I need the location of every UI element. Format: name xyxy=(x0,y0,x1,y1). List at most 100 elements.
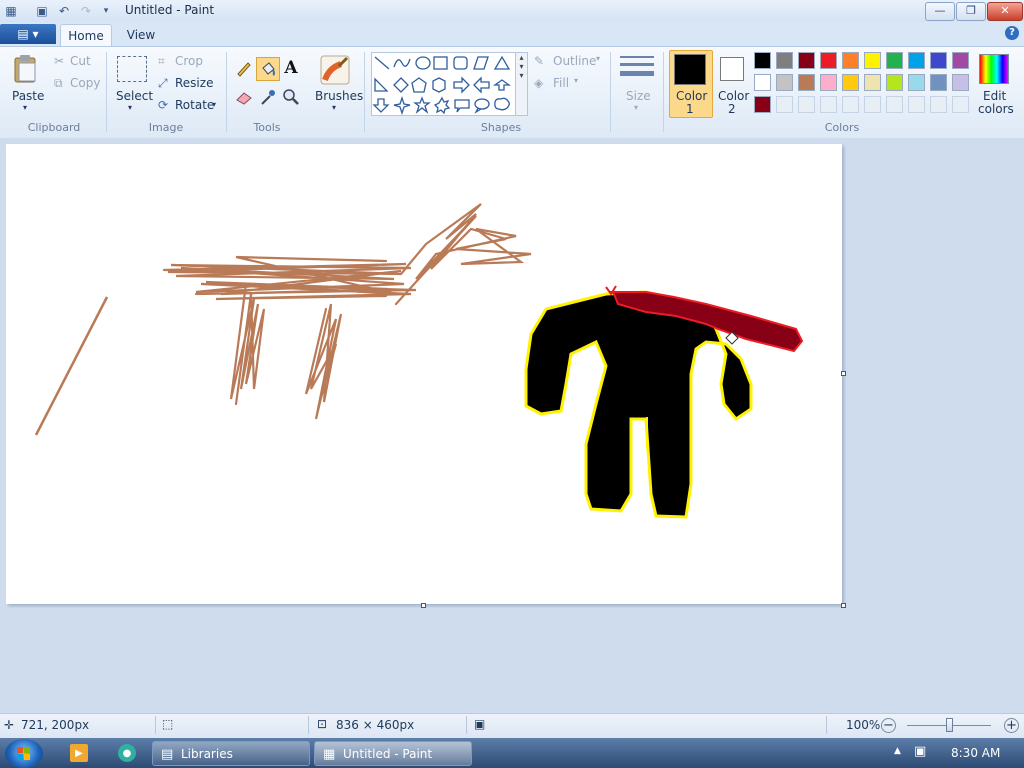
select-dropdown-icon[interactable]: ▾ xyxy=(128,103,132,112)
select-button[interactable]: Select xyxy=(116,89,153,103)
palette-swatch[interactable] xyxy=(886,74,903,91)
palette-swatch[interactable] xyxy=(930,52,947,69)
clock[interactable]: 8:30 AM xyxy=(951,746,1000,760)
palette-swatch[interactable] xyxy=(908,74,925,91)
palette-swatch[interactable] xyxy=(864,96,881,113)
drawing-canvas[interactable] xyxy=(6,144,842,604)
messenger-icon[interactable]: ● xyxy=(118,744,136,762)
zoom-slider-thumb[interactable] xyxy=(946,718,953,732)
palette-swatch[interactable] xyxy=(864,52,881,69)
brushes-button[interactable]: Brushes xyxy=(315,89,363,103)
palette-swatch[interactable] xyxy=(842,96,859,113)
rotate-dropdown-icon[interactable]: ▾ xyxy=(212,100,216,109)
brown-line xyxy=(34,296,109,436)
palette-swatch[interactable] xyxy=(930,74,947,91)
shapes-scroll[interactable]: ▴ ▾ ▾ xyxy=(515,52,528,116)
shapes-gallery-icons[interactable] xyxy=(372,53,516,116)
palette-swatch[interactable] xyxy=(886,52,903,69)
paste-dropdown-icon[interactable]: ▾ xyxy=(23,103,27,112)
palette-swatch[interactable] xyxy=(776,52,793,69)
tab-home[interactable]: Home xyxy=(60,24,112,47)
palette-swatch[interactable] xyxy=(842,52,859,69)
color-picker-icon[interactable] xyxy=(258,87,278,107)
resize-handle-right[interactable] xyxy=(841,371,846,376)
resize-handle-bottom[interactable] xyxy=(421,603,426,608)
color1-swatch[interactable] xyxy=(674,54,706,85)
fill-button[interactable]: Fill xyxy=(553,76,569,90)
maximize-button[interactable]: ❐ xyxy=(956,2,986,21)
outline-dropdown-icon[interactable]: ▾ xyxy=(596,54,600,63)
palette-swatch[interactable] xyxy=(754,52,771,69)
palette-swatch[interactable] xyxy=(908,52,925,69)
customize-quick-access-icon[interactable]: ▾ xyxy=(98,3,114,19)
pencil-icon[interactable] xyxy=(234,58,254,78)
close-button[interactable]: ✕ xyxy=(987,2,1023,21)
palette-swatch[interactable] xyxy=(908,96,925,113)
outline-button[interactable]: Outline xyxy=(553,54,596,68)
palette-swatch[interactable] xyxy=(886,96,903,113)
paint-app-icon[interactable]: ▦ xyxy=(3,3,19,19)
palette-swatch[interactable] xyxy=(820,52,837,69)
brushes-icon[interactable] xyxy=(318,53,352,87)
palette-swatch[interactable] xyxy=(798,96,815,113)
crop-button[interactable]: Crop xyxy=(175,54,203,68)
black-figure xyxy=(530,296,711,512)
shapes-gallery[interactable] xyxy=(371,52,517,116)
fill-dropdown-icon[interactable]: ▾ xyxy=(574,76,578,85)
eraser-icon[interactable] xyxy=(234,87,254,107)
help-icon[interactable]: ? xyxy=(1005,26,1019,40)
undo-icon[interactable]: ↶ xyxy=(56,3,72,19)
magnifier-icon[interactable] xyxy=(281,87,301,107)
palette-swatch[interactable] xyxy=(754,96,771,113)
zoom-in-button[interactable]: + xyxy=(1004,718,1019,733)
palette-swatch[interactable] xyxy=(864,74,881,91)
palette-swatch[interactable] xyxy=(798,52,815,69)
minimize-button[interactable]: — xyxy=(925,2,955,21)
text-tool-icon[interactable]: A xyxy=(281,58,301,78)
edit-colors-icon[interactable] xyxy=(979,54,1009,84)
selection-size-icon: ⬚ xyxy=(162,717,174,731)
tab-view[interactable]: View xyxy=(118,24,164,46)
palette-swatch[interactable] xyxy=(820,96,837,113)
brushes-dropdown-icon[interactable]: ▾ xyxy=(332,103,336,112)
palette-swatch[interactable] xyxy=(952,74,969,91)
divider xyxy=(106,52,107,132)
palette-swatch[interactable] xyxy=(820,74,837,91)
app-menu-button[interactable]: ▤ ▾ xyxy=(0,24,56,44)
palette-swatch[interactable] xyxy=(754,74,771,91)
size-button[interactable]: Size xyxy=(626,89,651,103)
network-icon[interactable]: ▣ xyxy=(914,744,926,759)
canvas-drawing[interactable] xyxy=(6,144,842,604)
copy-button[interactable]: Copy xyxy=(70,76,100,90)
resize-handle-corner[interactable] xyxy=(841,603,846,608)
zoom-out-button[interactable]: − xyxy=(881,718,896,733)
palette-swatch[interactable] xyxy=(930,96,947,113)
taskbar-libraries[interactable]: ▤ Libraries xyxy=(152,741,310,766)
start-button[interactable] xyxy=(5,739,43,768)
paste-button[interactable]: Paste xyxy=(12,89,44,103)
size-icon[interactable] xyxy=(620,54,654,84)
taskbar-paint[interactable]: ▦ Untitled - Paint xyxy=(314,741,472,766)
image-group-label: Image xyxy=(148,121,184,134)
fill-bucket-icon[interactable] xyxy=(256,57,280,81)
redo-icon[interactable]: ↷ xyxy=(78,3,94,19)
media-player-icon[interactable]: ▶ xyxy=(70,744,88,762)
palette-swatch[interactable] xyxy=(776,74,793,91)
cut-button[interactable]: Cut xyxy=(70,54,91,68)
palette-swatch[interactable] xyxy=(952,52,969,69)
resize-button[interactable]: Resize xyxy=(175,76,213,90)
save-icon[interactable]: ▣ xyxy=(34,3,50,19)
color2-swatch[interactable] xyxy=(720,57,744,81)
palette-swatch[interactable] xyxy=(952,96,969,113)
rotate-button[interactable]: Rotate xyxy=(175,98,214,112)
edit-colors-button[interactable]: Edit xyxy=(983,89,1006,103)
palette-swatch[interactable] xyxy=(798,74,815,91)
select-icon[interactable] xyxy=(117,56,147,82)
palette-swatch[interactable] xyxy=(776,96,793,113)
edit-colors-button-line2[interactable]: colors xyxy=(978,102,1014,116)
show-hidden-icons[interactable]: ▲ xyxy=(894,746,901,756)
size-dropdown-icon[interactable]: ▾ xyxy=(634,103,638,112)
palette-swatch[interactable] xyxy=(842,74,859,91)
paste-icon[interactable] xyxy=(12,54,40,84)
color2-label[interactable]: Color xyxy=(718,89,749,103)
